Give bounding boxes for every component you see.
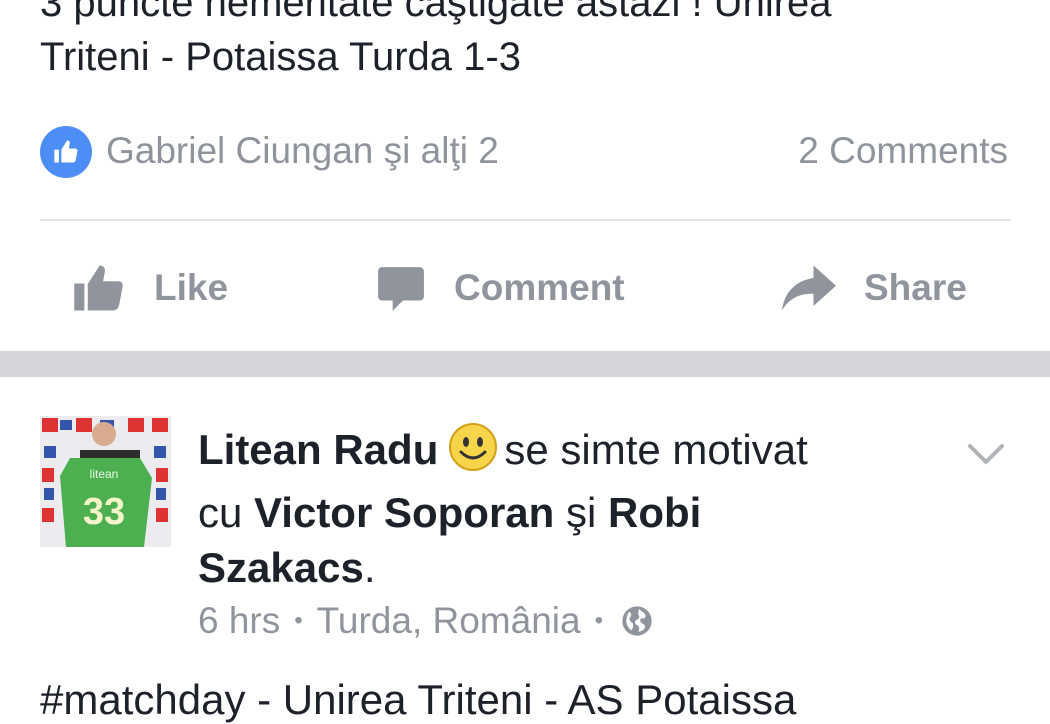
comment-button[interactable]: Comment xyxy=(376,262,625,314)
tagged-friend-2-last[interactable]: Szakacs xyxy=(198,544,364,591)
post-meta: 6 hrs • Turda, România • xyxy=(198,600,653,642)
thumbs-up-icon xyxy=(72,261,126,315)
post-text-start: #matchday - Unirea Triteni - AS Potaissa xyxy=(40,676,797,723)
separator-dot: • xyxy=(594,607,603,634)
comment-label: Comment xyxy=(454,267,625,308)
tagged-friend-1[interactable]: Victor Soporan xyxy=(254,489,554,536)
timestamp[interactable]: 6 hrs xyxy=(198,600,280,642)
location[interactable]: Turda, România xyxy=(317,600,581,642)
comments-count[interactable]: 2 Comments xyxy=(798,130,1008,172)
with-word: cu xyxy=(198,489,243,536)
divider xyxy=(40,219,1011,221)
share-button[interactable]: Share xyxy=(782,262,967,314)
post-text-line-1: 3 puncte nemeritate câştigate astazi ! U… xyxy=(40,0,832,25)
chevron-down-icon[interactable] xyxy=(966,440,1006,475)
jersey-number: 33 xyxy=(83,491,125,533)
like-button[interactable]: Like xyxy=(72,262,228,314)
feeling-text: se simte motivat xyxy=(504,426,808,473)
share-arrow-icon xyxy=(782,265,836,311)
post-text-line-2: Triteni - Potaissa Turda 1-3 xyxy=(40,35,521,79)
avatar[interactable]: litean 33 xyxy=(40,416,171,547)
post-header: Litean Radu se simte motivat cu Victor So… xyxy=(198,422,938,595)
and-word: şi xyxy=(565,489,597,536)
author-name[interactable]: Litean Radu xyxy=(198,426,438,473)
speech-bubble-icon xyxy=(376,263,426,313)
feed-separator xyxy=(0,351,1050,377)
reactors-text[interactable]: Gabriel Ciungan şi alţi 2 xyxy=(106,130,499,172)
tagged-friend-2[interactable]: Robi xyxy=(608,489,701,536)
jersey-name: litean xyxy=(90,467,119,481)
like-reaction-icon[interactable] xyxy=(40,126,92,178)
globe-icon xyxy=(621,605,653,637)
smiley-emoji-icon xyxy=(448,422,498,485)
like-label: Like xyxy=(154,267,229,308)
share-label: Share xyxy=(864,267,967,308)
separator-dot: • xyxy=(294,607,303,634)
period: . xyxy=(363,544,376,591)
